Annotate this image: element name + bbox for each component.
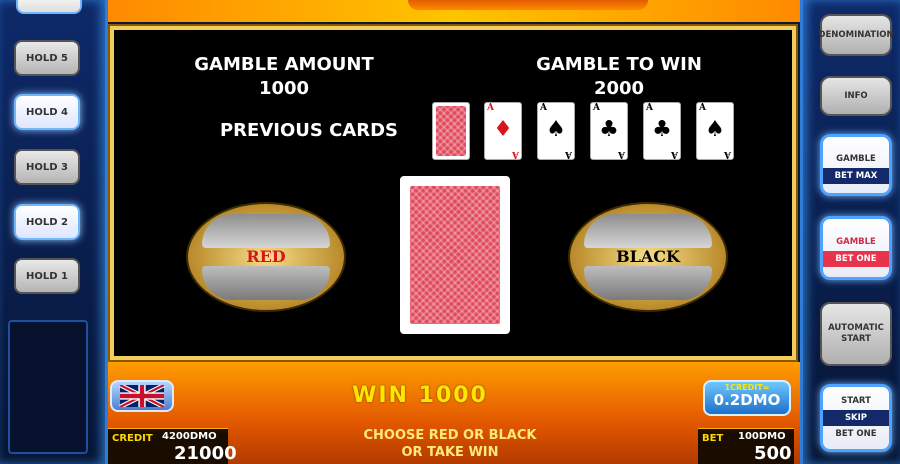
- win-amount: WIN 1000: [352, 383, 488, 408]
- gamble-amount-value: 1000: [258, 78, 310, 99]
- gamble-label: GAMBLE: [836, 153, 876, 164]
- hold-5-button[interactable]: HOLD 5: [14, 40, 80, 76]
- automatic-label: AUTOMATIC: [828, 323, 884, 334]
- gamble-label: GAMBLE: [836, 236, 876, 247]
- card-rank-bottom: A: [512, 149, 519, 159]
- black-label: BLACK: [616, 247, 680, 266]
- skip-label: SKIP: [823, 409, 889, 427]
- credit-label: CREDIT: [112, 433, 153, 444]
- card-suit-icon: ♣: [652, 117, 672, 142]
- card-rank-bottom: A: [724, 149, 731, 159]
- denomination-button[interactable]: DENOMINATION: [818, 14, 894, 56]
- hold-3-label: HOLD 3: [26, 161, 68, 173]
- previous-cards-label: PREVIOUS CARDS: [219, 120, 399, 141]
- red-label: RED: [246, 247, 286, 266]
- hold-1-label: HOLD 1: [26, 270, 68, 282]
- card-rank: A: [699, 103, 706, 113]
- denomination-label: DENOMINATION: [818, 29, 894, 40]
- previous-card: A ♦ A: [484, 102, 522, 160]
- bet-label: BET: [702, 433, 724, 444]
- card-suit-icon: ♣: [599, 117, 619, 142]
- red-button[interactable]: RED: [186, 202, 346, 312]
- info-label: INFO: [844, 90, 868, 101]
- bet-dmo: 100DMO: [738, 431, 786, 442]
- start-label: START: [841, 334, 871, 344]
- hold-1-button[interactable]: HOLD 1: [14, 258, 80, 294]
- gamble-amount-label: GAMBLE AMOUNT: [194, 54, 374, 75]
- gamble-to-win-value: 2000: [593, 78, 645, 99]
- uk-flag-icon: [119, 383, 165, 409]
- previous-card: A ♣ A: [643, 102, 681, 160]
- bet-value: 500: [754, 443, 792, 464]
- black-button[interactable]: BLACK: [568, 202, 728, 312]
- credit-dmo: 4200DMO: [162, 431, 217, 442]
- bet-max-label: BET MAX: [823, 167, 889, 185]
- card-rank-bottom: A: [671, 149, 678, 159]
- card-suit-icon: ♠: [546, 117, 566, 142]
- hold-2-button[interactable]: HOLD 2: [14, 204, 80, 240]
- start-skip-bet-one-button[interactable]: START SKIP BET ONE: [820, 384, 892, 452]
- bet-one-label: BET ONE: [835, 429, 877, 440]
- hold-4-button[interactable]: HOLD 4: [14, 94, 80, 130]
- game-logo: [408, 0, 648, 10]
- side-display: [8, 320, 88, 454]
- card-rank-bottom: A: [618, 149, 625, 159]
- info-button[interactable]: INFO: [820, 76, 892, 116]
- credit-denomination-display[interactable]: 1CREDIT= 0.2DMO: [703, 380, 791, 416]
- card-rank: A: [593, 103, 600, 113]
- previous-card: A ♣ A: [590, 102, 628, 160]
- card-rank: A: [487, 103, 494, 113]
- gamble-board: GAMBLE AMOUNT 1000 GAMBLE TO WIN 2000 PR…: [110, 26, 796, 360]
- gamble-to-win-label: GAMBLE TO WIN: [536, 54, 702, 75]
- left-panel: HOLD 5 HOLD 4 HOLD 3 HOLD 2 HOLD 1: [0, 0, 108, 464]
- hold-4-label: HOLD 4: [26, 106, 68, 118]
- hold-2-label: HOLD 2: [26, 216, 68, 228]
- card-rank: A: [540, 103, 547, 113]
- credit-value: 21000: [174, 443, 237, 464]
- credit-display: CREDIT 4200DMO 21000: [108, 428, 237, 464]
- previous-card-back: [432, 102, 470, 160]
- card-suit-icon: ♦: [493, 117, 513, 142]
- current-card-back: [400, 176, 510, 334]
- top-banner: [108, 0, 800, 22]
- hold-3-button[interactable]: HOLD 3: [14, 149, 80, 185]
- previous-card: A ♠ A: [696, 102, 734, 160]
- previous-card: A ♠ A: [537, 102, 575, 160]
- instruction-line-1: CHOOSE RED OR BLACK: [363, 428, 537, 443]
- automatic-start-button[interactable]: AUTOMATIC START: [820, 302, 892, 366]
- bet-display: BET 100DMO 500: [698, 428, 794, 464]
- instruction-line-2: OR TAKE WIN: [401, 444, 499, 460]
- language-button[interactable]: [110, 380, 174, 412]
- gamble-bet-one-button[interactable]: GAMBLE BET ONE: [820, 216, 892, 280]
- hold-button-partial[interactable]: [16, 0, 82, 14]
- card-suit-icon: ♠: [705, 117, 725, 142]
- gamble-bet-max-button[interactable]: GAMBLE BET MAX: [820, 134, 892, 196]
- credit-denom-value: 0.2DMO: [713, 391, 781, 409]
- card-rank-bottom: A: [565, 149, 572, 159]
- start-label: START: [841, 396, 871, 407]
- hold-5-label: HOLD 5: [26, 52, 68, 64]
- card-rank: A: [646, 103, 653, 113]
- bet-one-label: BET ONE: [823, 250, 889, 268]
- instruction-message: CHOOSE RED OR BLACK OR TAKE WIN: [330, 428, 570, 462]
